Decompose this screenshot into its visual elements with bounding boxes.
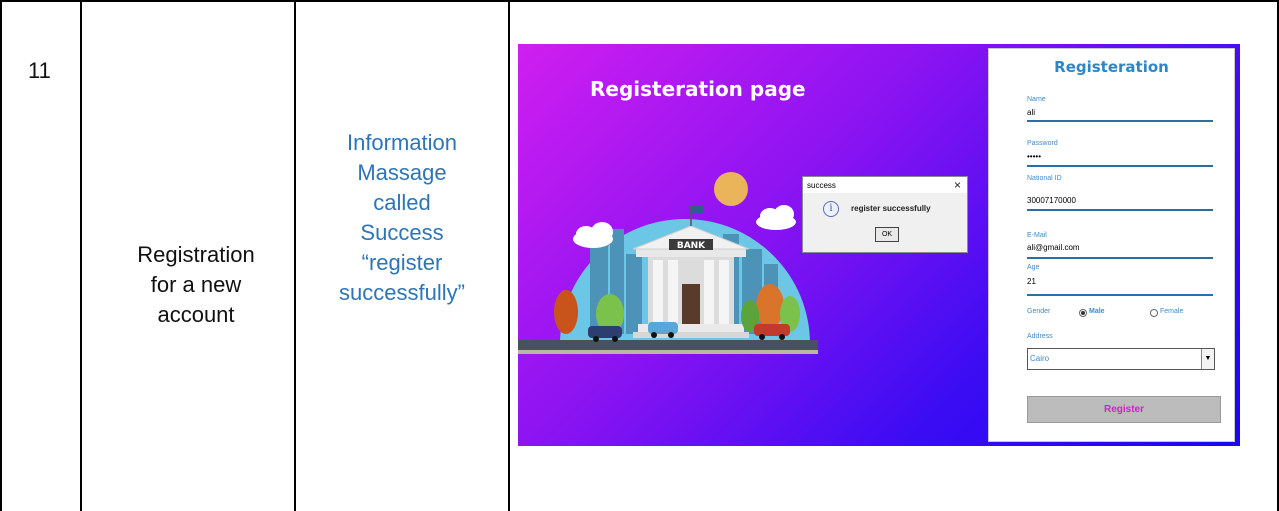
register-button[interactable]: Register bbox=[1027, 396, 1221, 423]
sun-icon bbox=[714, 172, 748, 206]
ok-button[interactable]: OK bbox=[875, 227, 899, 242]
national-id-field[interactable]: 30007170000 bbox=[1027, 196, 1076, 205]
car bbox=[648, 322, 678, 334]
chevron-down-icon[interactable]: ▼ bbox=[1201, 349, 1214, 369]
success-dialog: success × i register successfully OK bbox=[802, 176, 968, 253]
table-border-col1 bbox=[80, 0, 82, 511]
email-field[interactable]: ali@gmail.com bbox=[1027, 243, 1080, 252]
age-underline bbox=[1027, 294, 1213, 296]
expected-line: called bbox=[373, 190, 431, 215]
national-id-underline bbox=[1027, 209, 1213, 211]
address-select[interactable]: Cairo ▼ bbox=[1027, 348, 1215, 370]
dialog-title: success bbox=[807, 181, 836, 190]
table-border-left bbox=[0, 0, 2, 511]
age-field[interactable]: 21 bbox=[1027, 277, 1036, 286]
bank-illustration: BANK bbox=[518, 172, 818, 354]
gender-label: Gender bbox=[1027, 308, 1051, 315]
form-title: Registeration bbox=[1054, 58, 1169, 76]
dialog-message: register successfully bbox=[851, 204, 931, 213]
password-underline bbox=[1027, 165, 1213, 167]
male-radio[interactable] bbox=[1079, 309, 1087, 317]
name-field[interactable]: ali bbox=[1027, 108, 1035, 117]
info-icon: i bbox=[823, 201, 839, 217]
expected-line: “register bbox=[361, 250, 443, 275]
expected-line: Information bbox=[346, 130, 458, 155]
national-id-label: National ID bbox=[1027, 175, 1062, 182]
table-top-border bbox=[0, 0, 1279, 2]
expected-line: Massage bbox=[357, 160, 447, 185]
address-selected-value: Cairo bbox=[1030, 354, 1050, 363]
expected-line: successfully” bbox=[339, 280, 465, 305]
description-line: account bbox=[157, 302, 235, 327]
bank-sign-text: BANK bbox=[677, 241, 706, 251]
test-description: Registration for a new account bbox=[104, 240, 288, 330]
name-underline bbox=[1027, 120, 1213, 122]
email-label: E-Mail bbox=[1027, 232, 1047, 239]
female-label: Female bbox=[1160, 308, 1184, 315]
registration-form: Registeration Name ali Password ••••• Na… bbox=[988, 48, 1235, 442]
age-label: Age bbox=[1027, 264, 1040, 271]
cloud-icon bbox=[756, 205, 796, 230]
password-field[interactable]: ••••• bbox=[1027, 152, 1041, 161]
email-underline bbox=[1027, 257, 1213, 259]
address-label: Address bbox=[1027, 333, 1053, 340]
table-border-col3 bbox=[508, 0, 510, 511]
app-screenshot: Registeration page BANK success × i regi… bbox=[518, 44, 1240, 446]
name-label: Name bbox=[1027, 96, 1046, 103]
description-line: Registration bbox=[137, 242, 255, 267]
page-heading: Registeration page bbox=[590, 77, 806, 101]
test-case-number: 11 bbox=[28, 58, 51, 83]
male-label: Male bbox=[1089, 308, 1105, 315]
close-icon[interactable]: × bbox=[954, 178, 961, 192]
table-border-col2 bbox=[294, 0, 296, 511]
password-label: Password bbox=[1027, 140, 1058, 147]
expected-line: Success bbox=[360, 220, 444, 245]
car bbox=[588, 326, 622, 338]
car bbox=[754, 324, 790, 336]
cloud-icon bbox=[573, 222, 613, 248]
road bbox=[518, 340, 818, 350]
female-radio[interactable] bbox=[1150, 309, 1158, 317]
expected-result: Information Massage called Success “regi… bbox=[303, 128, 501, 308]
description-line: for a new bbox=[150, 272, 242, 297]
